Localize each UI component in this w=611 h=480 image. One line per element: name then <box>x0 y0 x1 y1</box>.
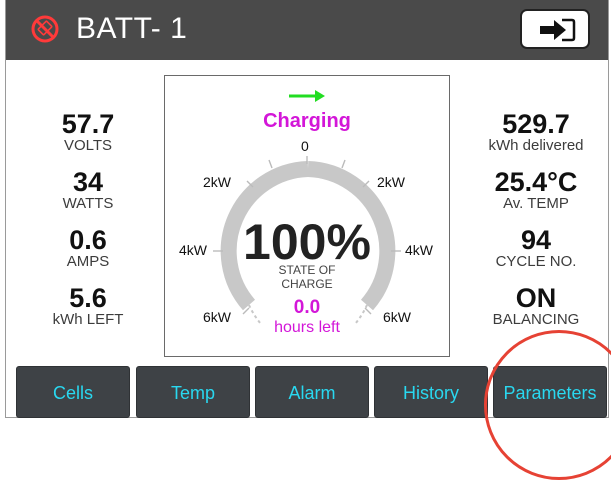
tick-label-0: 0 <box>301 138 309 154</box>
amps-label: AMPS <box>66 253 110 270</box>
tick-label-2kw-right: 2kW <box>377 174 405 190</box>
arrow-right-icon <box>289 90 325 102</box>
cycle-no-label: CYCLE NO. <box>495 253 577 270</box>
alarm-button[interactable]: Alarm <box>255 366 369 418</box>
hours-left-value: 0.0 <box>293 297 321 318</box>
kwh-delivered-stat: 529.7 kWh delivered <box>468 110 604 154</box>
cycle-no-stat: 94 CYCLE NO. <box>468 226 604 270</box>
history-button[interactable]: History <box>374 366 488 418</box>
battery-screen: BATT- 1 57.7 VOLTS 34 WATTS 0.6 AMPS 5.6… <box>5 0 609 418</box>
charging-status: Charging <box>263 110 351 132</box>
avg-temp-stat: 25.4°C Av. TEMP <box>468 168 604 212</box>
cells-button[interactable]: Cells <box>16 366 130 418</box>
tick-label-2kw-left: 2kW <box>203 174 231 190</box>
parameters-button[interactable]: Parameters <box>493 366 607 418</box>
amps-stat: 0.6 AMPS <box>32 226 144 270</box>
avg-temp-value: 25.4°C <box>494 167 578 197</box>
volts-stat: 57.7 VOLTS <box>32 110 144 154</box>
amps-value: 0.6 <box>69 225 107 255</box>
balancing-value: ON <box>515 283 557 313</box>
exit-arrow-icon <box>540 18 576 42</box>
battery-title: BATT- 1 <box>76 12 188 45</box>
watts-value: 34 <box>72 167 104 197</box>
kwh-left-stat: 5.6 kWh LEFT <box>32 284 144 328</box>
volts-value: 57.7 <box>61 109 115 139</box>
temp-button[interactable]: Temp <box>136 366 250 418</box>
watts-stat: 34 WATTS <box>32 168 144 212</box>
hours-left-label: hours left <box>274 319 340 336</box>
watts-label: WATTS <box>62 195 114 212</box>
header-bar: BATT- 1 <box>6 0 608 60</box>
balancing-stat: ON BALANCING <box>468 284 604 328</box>
state-of-charge-label-line2: CHARGE <box>281 277 333 291</box>
power-gauge: Charging 0 2kW 2kW 4kW 4kW 6kW 6kW 100% … <box>164 75 450 357</box>
kwh-delivered-value: 529.7 <box>502 109 570 139</box>
kwh-left-label: kWh LEFT <box>52 311 124 328</box>
state-of-charge-value: 100% <box>243 214 371 270</box>
battery-no-sign-icon <box>31 15 59 43</box>
state-of-charge-label-line1: STATE OF <box>278 263 336 277</box>
exit-button[interactable] <box>520 9 590 49</box>
cycle-no-value: 94 <box>520 225 552 255</box>
avg-temp-label: Av. TEMP <box>503 195 569 212</box>
kwh-delivered-label: kWh delivered <box>488 137 584 154</box>
balancing-label: BALANCING <box>492 311 580 328</box>
kwh-left-value: 5.6 <box>69 283 107 313</box>
volts-label: VOLTS <box>63 137 113 154</box>
